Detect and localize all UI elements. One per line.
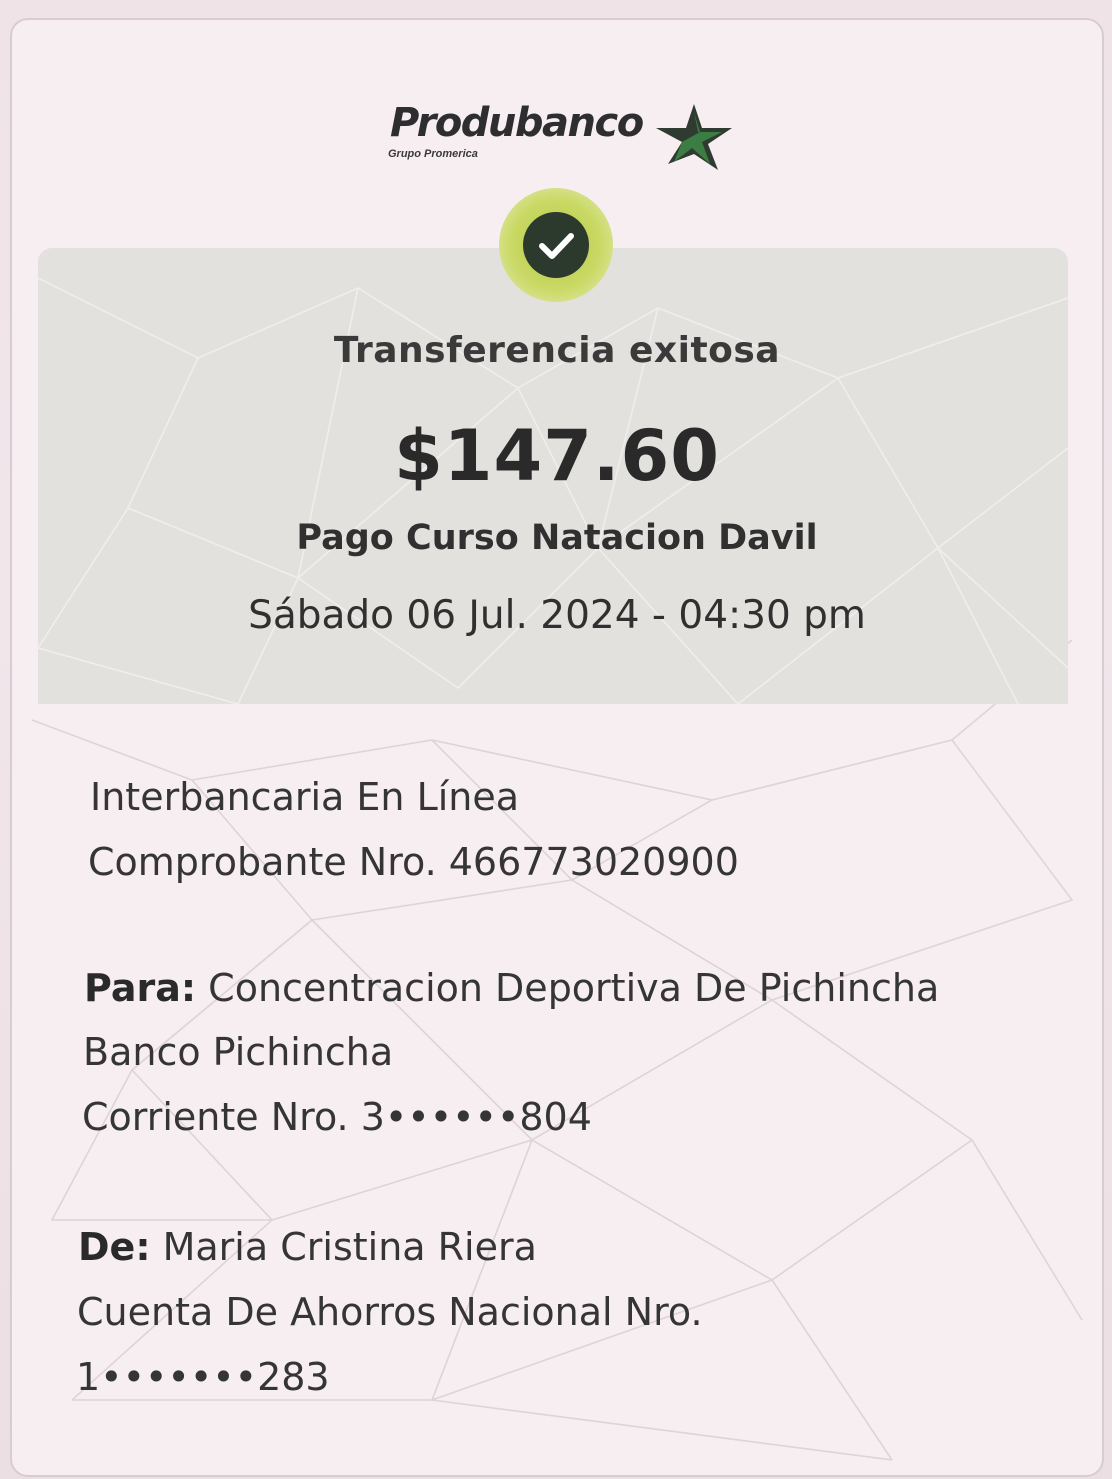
transfer-type: Interbancaria En Línea — [90, 775, 520, 819]
recipient-label: Para: — [84, 966, 197, 1010]
receipt-card: Produbanco Grupo Promerica Transferencia… — [10, 18, 1104, 1477]
voucher-number: Comprobante Nro. 466773020900 — [88, 840, 739, 884]
datetime: Sábado 06 Jul. 2024 - 04:30 pm — [248, 593, 866, 638]
amount: $147.60 — [394, 415, 720, 497]
bank-name: Produbanco — [390, 100, 644, 146]
recipient-name: Concentracion Deportiva De Pichincha — [208, 966, 940, 1010]
sender-account-number: 1•••••••283 — [76, 1355, 330, 1399]
success-badge — [499, 188, 613, 302]
recipient-bank: Banco Pichincha — [83, 1030, 394, 1074]
sender-label: De: — [78, 1225, 151, 1269]
check-circle-icon — [523, 212, 589, 278]
bank-logo: Produbanco Grupo Promerica — [388, 98, 750, 188]
sender-name: Maria Cristina Riera — [162, 1225, 537, 1269]
sender-line: De: Maria Cristina Riera — [78, 1225, 537, 1269]
concept: Pago Curso Natacion Davil — [296, 518, 818, 558]
sender-account-type: Cuenta De Ahorros Nacional Nro. — [77, 1290, 703, 1334]
bank-group: Grupo Promerica — [388, 148, 478, 160]
status-title: Transferencia exitosa — [333, 330, 781, 371]
recipient-line: Para: Concentracion Deportiva De Pichinc… — [84, 966, 939, 1010]
recipient-account: Corriente Nro. 3••••••804 — [82, 1095, 592, 1139]
star-logo-icon — [656, 104, 732, 170]
screen: Produbanco Grupo Promerica Transferencia… — [0, 0, 1112, 1479]
